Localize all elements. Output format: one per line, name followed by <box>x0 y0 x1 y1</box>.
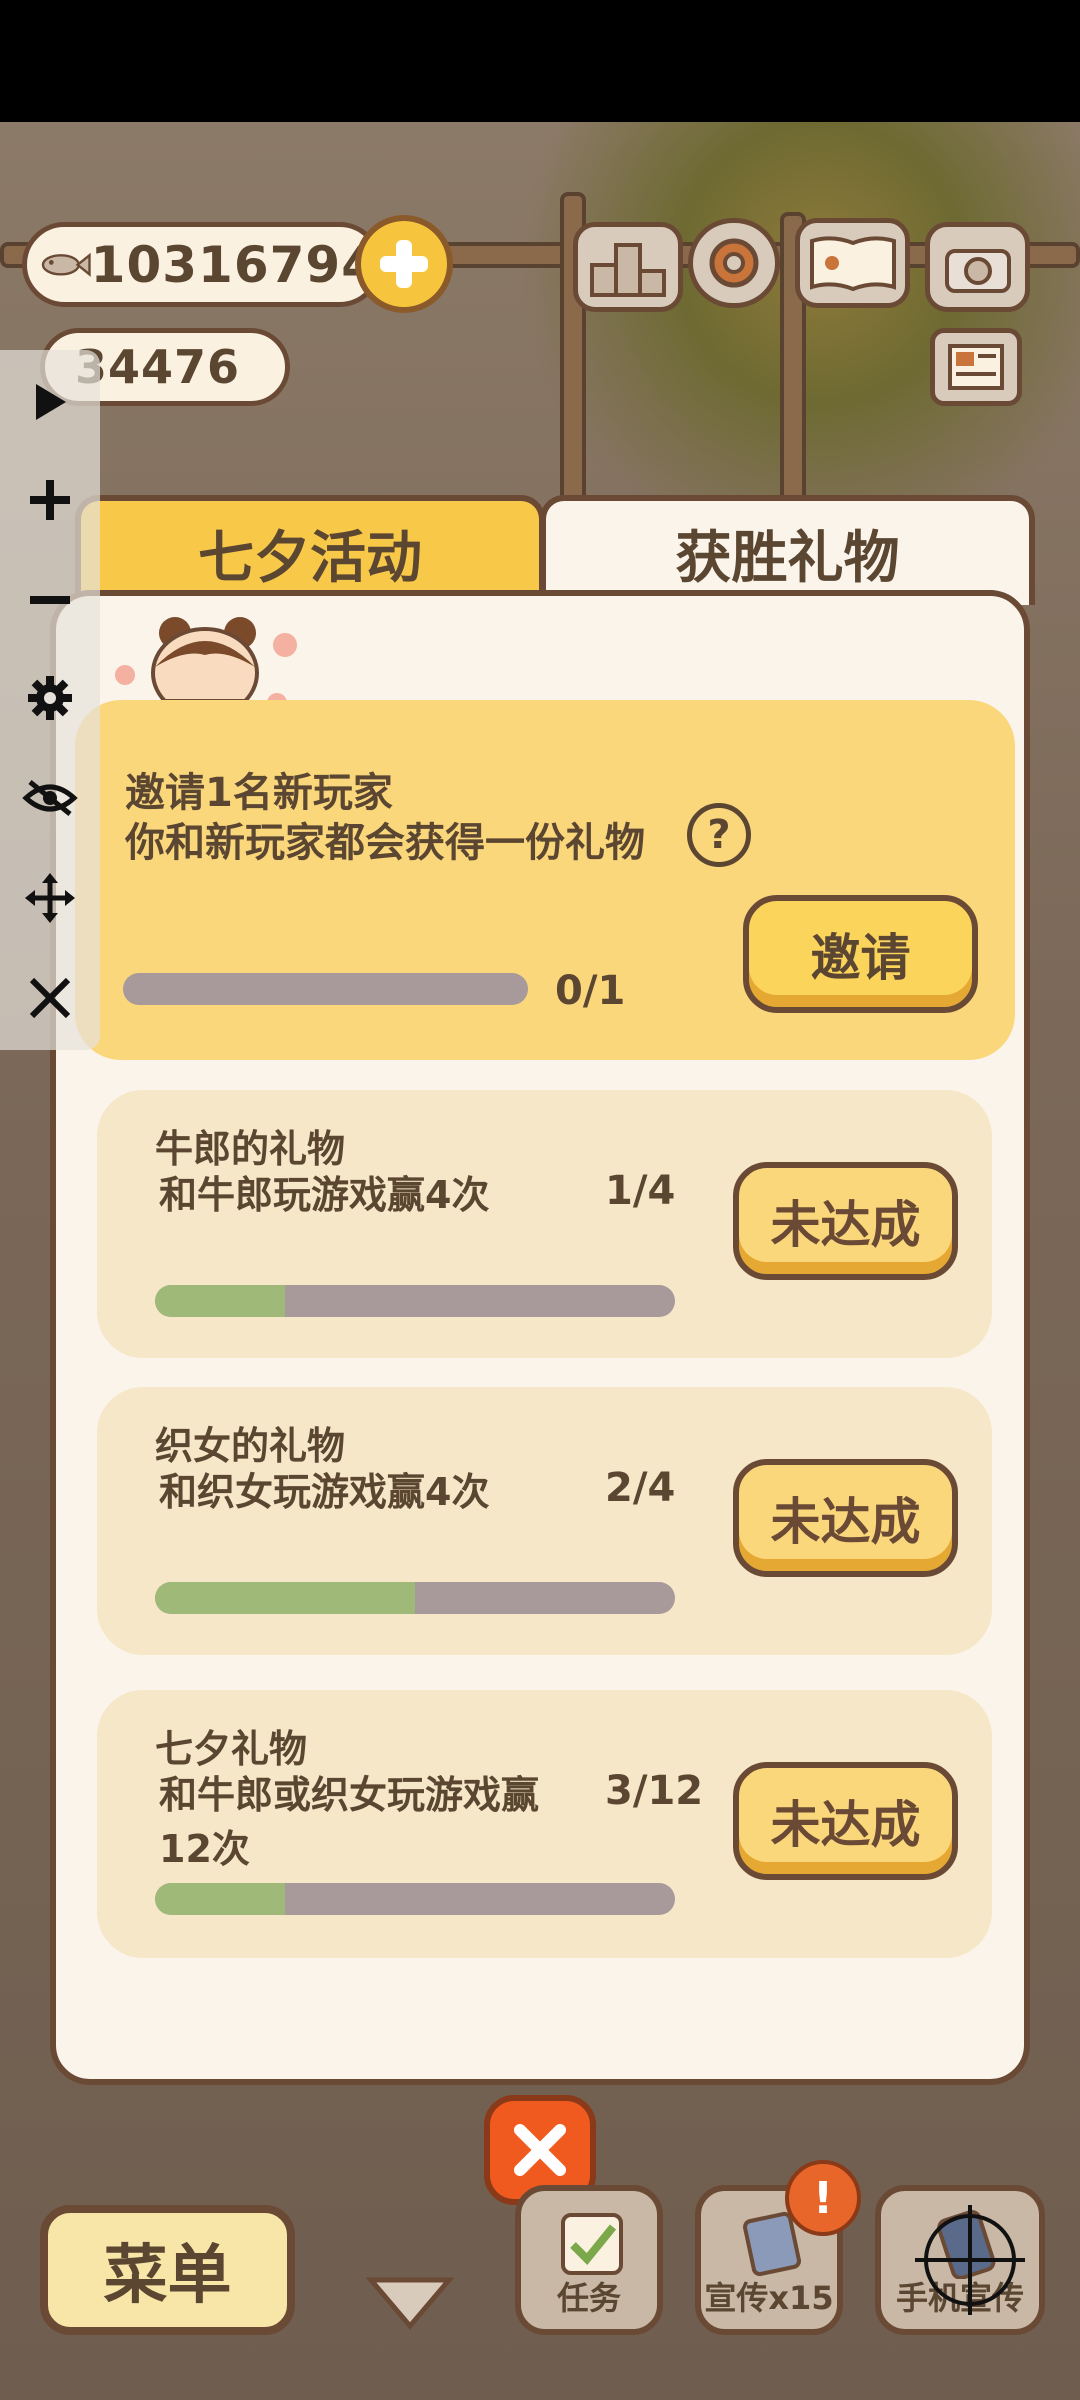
help-symbol: ? <box>707 812 731 858</box>
tab-victory-gifts[interactable]: 获胜礼物 <box>540 495 1035 605</box>
menu-button[interactable]: 菜单 <box>40 2205 295 2335</box>
leaderboard-button[interactable] <box>573 222 683 312</box>
task-status-label: 未达成 <box>770 1493 921 1551</box>
close-icon <box>514 2124 566 2176</box>
fish-currency: 10316794 <box>22 222 382 307</box>
task-description: 和织女玩游戏赢4次 <box>159 1470 490 1514</box>
task-status-button[interactable]: 未达成 <box>733 1762 958 1880</box>
move-button[interactable] <box>20 868 80 928</box>
invite-card: 邀请1名新玩家 你和新玩家都会获得一份礼物 ? 0/1 邀请 <box>75 700 1015 1060</box>
zoom-out-button[interactable] <box>20 570 80 630</box>
tab-qixi-event[interactable]: 七夕活动 <box>75 495 545 605</box>
task-title: 七夕礼物 <box>155 1727 308 1771</box>
checklist-icon <box>561 2213 623 2275</box>
task-progress-text: 1/4 <box>605 1168 676 1214</box>
task-card-cowherd: 牛郎的礼物 和牛郎玩游戏赢4次 1/4 未达成 <box>97 1090 992 1358</box>
task-progress-fill <box>155 1883 285 1915</box>
invite-description: 你和新玩家都会获得一份礼物 <box>125 820 645 866</box>
close-icon <box>29 977 71 1019</box>
task-description: 和牛郎玩游戏赢4次 <box>159 1173 490 1217</box>
newspaper-button[interactable] <box>930 328 1022 406</box>
tasks-button-label: 任务 <box>556 2279 621 2317</box>
status-bar <box>0 0 1080 122</box>
task-title: 织女的礼物 <box>155 1424 346 1468</box>
move-icon <box>25 873 75 923</box>
floating-toolbar <box>0 350 100 1050</box>
minus-icon <box>30 596 70 604</box>
eye-off-icon <box>22 780 78 816</box>
task-status-label: 未达成 <box>770 1196 921 1254</box>
promote-button-label: 宣传x15 <box>704 2279 834 2317</box>
task-progress-bar <box>155 1883 675 1915</box>
newspaper-icon <box>948 344 1004 390</box>
tasks-button[interactable]: 任务 <box>515 2185 663 2335</box>
task-progress-text: 2/4 <box>605 1465 676 1511</box>
plus-icon <box>30 480 70 520</box>
camera-icon <box>944 249 1011 293</box>
menu-button-label: 菜单 <box>103 2239 232 2313</box>
fish-count: 10316794 <box>90 235 377 294</box>
alert-badge: ! <box>785 2160 861 2236</box>
alert-symbol: ! <box>812 2172 834 2224</box>
invite-progress-bar <box>123 973 528 1005</box>
task-status-button[interactable]: 未达成 <box>733 1162 958 1280</box>
task-card-weaver: 织女的礼物 和织女玩游戏赢4次 2/4 未达成 <box>97 1387 992 1655</box>
paw-book-icon <box>809 236 896 292</box>
fish-icon <box>41 252 91 277</box>
task-progress-fill <box>155 1582 415 1614</box>
help-icon[interactable]: ? <box>687 803 751 867</box>
chevron-down-icon[interactable] <box>365 2272 455 2332</box>
task-status-button[interactable]: 未达成 <box>733 1459 958 1577</box>
zoom-in-button[interactable] <box>20 470 80 530</box>
task-title: 牛郎的礼物 <box>155 1127 346 1171</box>
settings-button[interactable] <box>688 218 780 308</box>
invite-progress-text: 0/1 <box>555 968 626 1014</box>
task-progress-bar <box>155 1582 675 1614</box>
toolbar-close-button[interactable] <box>20 968 80 1028</box>
play-button[interactable] <box>20 372 80 432</box>
hide-button[interactable] <box>20 768 80 828</box>
play-icon <box>36 384 66 420</box>
toolbar-settings-button[interactable] <box>20 668 80 728</box>
crosshair-icon <box>915 2205 1025 2315</box>
podium-icon <box>590 243 666 297</box>
gear-icon <box>709 238 759 288</box>
task-description: 和牛郎或织女玩游戏赢12次 <box>159 1773 540 1871</box>
catalog-button[interactable] <box>795 218 910 308</box>
tab-qixi-event-label: 七夕活动 <box>198 525 422 591</box>
task-card-qixi: 七夕礼物 和牛郎或织女玩游戏赢12次 3/12 未达成 <box>97 1690 992 1958</box>
tab-victory-gifts-label: 获胜礼物 <box>675 525 900 591</box>
task-progress-fill <box>155 1285 285 1317</box>
invite-button-label: 邀请 <box>810 929 911 987</box>
task-progress-text: 3/12 <box>605 1768 704 1814</box>
task-progress-bar <box>155 1285 675 1317</box>
gear-icon <box>28 676 72 720</box>
task-status-label: 未达成 <box>770 1796 921 1854</box>
camera-button[interactable] <box>925 222 1030 312</box>
add-currency-button[interactable] <box>355 215 453 313</box>
plus-icon <box>380 240 428 288</box>
invite-button[interactable]: 邀请 <box>743 895 978 1013</box>
